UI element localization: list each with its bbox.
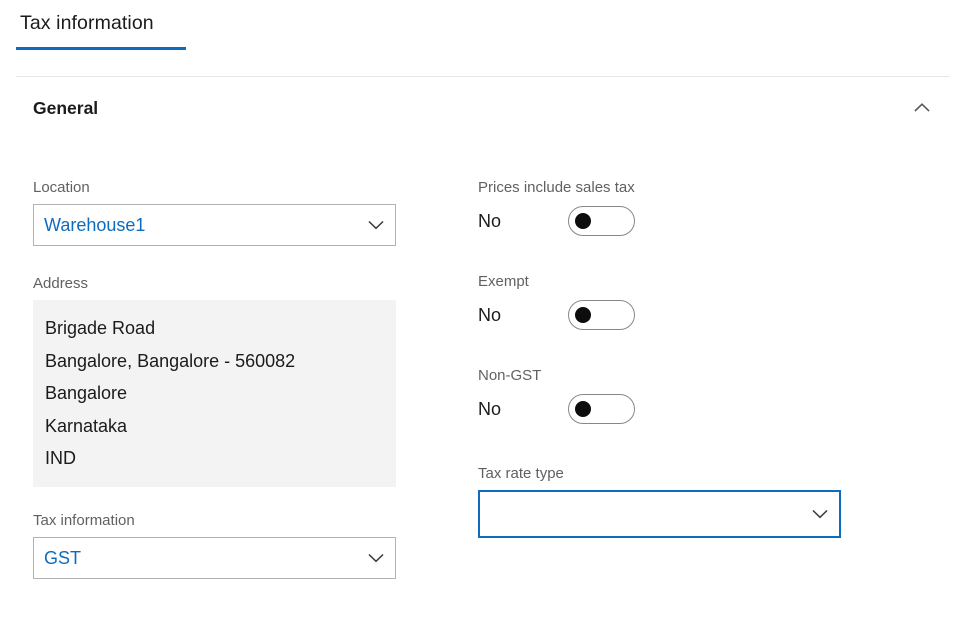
tab-label: Tax information (20, 12, 154, 34)
address-line: Bangalore (45, 383, 128, 403)
tab-selected-indicator (16, 47, 186, 50)
chevron-down-icon[interactable] (357, 547, 395, 569)
tax-information-label: Tax information (33, 512, 135, 529)
field-location: Location Warehouse1 (33, 178, 396, 246)
toggle-knob-icon (575, 401, 591, 417)
prices-include-sales-tax-label: Prices include sales tax (478, 179, 635, 196)
address-line: Karnataka (45, 415, 128, 436)
field-exempt: Exempt No (478, 272, 841, 332)
non-gst-state: No (478, 399, 502, 419)
location-value: Warehouse1 (44, 215, 146, 235)
tax-rate-type-combobox[interactable] (478, 490, 841, 538)
tax-information-combobox[interactable]: GST (33, 537, 396, 579)
address-line: Brigade Road (45, 318, 156, 338)
field-tax-rate-type: Tax rate type (478, 464, 841, 538)
location-combobox[interactable]: Warehouse1 (33, 204, 396, 246)
exempt-label: Exempt (478, 273, 529, 290)
tab-strip: Tax information (0, 0, 960, 77)
form-column-right: Prices include sales tax No Exempt No No… (478, 178, 841, 538)
address-line: IND (45, 448, 76, 468)
non-gst-row: No (478, 392, 841, 426)
field-prices-include-sales-tax: Prices include sales tax No (478, 178, 841, 238)
form-column-left: Location Warehouse1 Address Brigade Road… (33, 178, 396, 579)
field-non-gst: Non-GST No (478, 366, 841, 426)
exempt-row: No (478, 298, 841, 332)
section-title: General (33, 98, 99, 118)
field-address: Address Brigade Road Bangalore, Bangalor… (33, 274, 396, 487)
section-collapse-button[interactable] (906, 92, 938, 124)
toggle-knob-icon (575, 213, 591, 229)
chevron-down-icon[interactable] (357, 214, 395, 236)
toggle-knob-icon (575, 307, 591, 323)
address-readonly-box: Brigade Road Bangalore, Bangalore - 5600… (33, 300, 396, 487)
non-gst-label: Non-GST (478, 367, 542, 384)
chevron-down-icon[interactable] (801, 503, 839, 525)
header-divider (16, 76, 950, 77)
non-gst-toggle[interactable] (568, 394, 635, 424)
prices-include-sales-tax-toggle[interactable] (568, 206, 635, 236)
exempt-state: No (478, 305, 502, 325)
location-label: Location (33, 179, 90, 196)
address-line: Bangalore, Bangalore - 560082 (45, 350, 296, 371)
address-label: Address (33, 275, 89, 292)
chevron-up-icon (912, 98, 932, 118)
section-header-general: General (0, 88, 960, 140)
tab-tax-information[interactable]: Tax information (16, 10, 158, 46)
field-tax-information: Tax information GST (33, 511, 396, 579)
prices-include-sales-tax-state: No (478, 211, 502, 231)
prices-include-sales-tax-row: No (478, 204, 841, 238)
exempt-toggle[interactable] (568, 300, 635, 330)
tax-rate-type-label: Tax rate type (478, 465, 564, 482)
tax-information-value: GST (44, 548, 82, 568)
